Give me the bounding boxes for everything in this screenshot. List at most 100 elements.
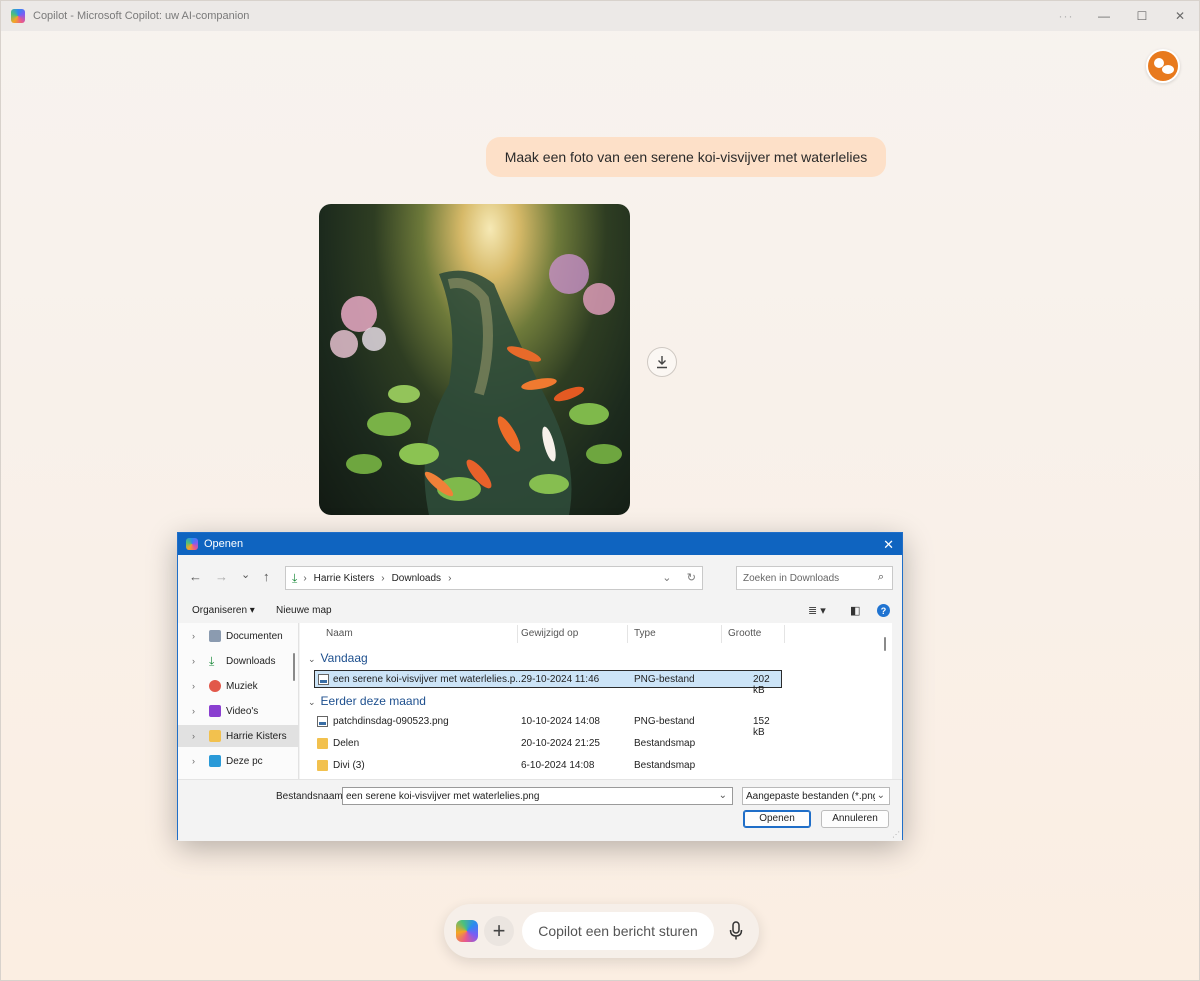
column-headers: Naam Gewijzigd op Type Grootte [300,623,892,643]
more-options-button[interactable]: ··· [1047,1,1085,31]
column-size[interactable]: Grootte [728,628,761,639]
file-modified: 6-10-2024 14:08 [521,760,595,771]
column-divider[interactable] [517,625,518,643]
search-input[interactable]: Zoeken in Downloads ⌕ [736,566,893,590]
column-name[interactable]: Naam [326,628,353,639]
cancel-button[interactable]: Annuleren [821,810,889,828]
search-icon: ⌕ [877,571,884,583]
file-row[interactable]: patchdinsdag-090523.png 10-10-2024 14:08… [314,713,782,738]
nav-item-harrie-kisters[interactable]: › Harrie Kisters [178,725,299,747]
chevron-right-icon[interactable]: › [192,656,206,666]
music-icon [209,680,221,692]
dialog-navigation-bar: ← → ⌄ ↑ ⤓ › Harrie Kisters › Downloads ›… [178,555,902,599]
chevron-right-icon[interactable]: › [192,731,206,741]
dialog-close-button[interactable]: ✕ [883,537,894,553]
folder-icon [209,730,221,742]
file-name: Divi (3) [333,760,365,771]
chevron-right-icon[interactable]: › [192,756,206,766]
dialog-title-bar: Openen ✕ [178,533,902,555]
view-options-button[interactable]: ≣ ▾ [808,604,826,617]
message-composer: + Copilot een bericht sturen [444,904,759,958]
filelist-scrollbar[interactable] [884,637,886,651]
download-image-button[interactable] [647,347,677,377]
filetype-value: Aangepaste bestanden (*.png;* [746,791,885,802]
column-divider[interactable] [627,625,628,643]
nav-item-documenten[interactable]: › Documenten [178,625,299,647]
new-folder-button[interactable]: Nieuwe map [276,605,332,616]
up-button[interactable]: ↑ [263,569,270,584]
add-attachment-button[interactable]: + [484,916,514,946]
file-name: een serene koi-visvijver met waterlelies… [333,674,524,685]
group-header-earlier[interactable]: ⌄ Eerder deze maand [308,694,426,708]
address-dropdown-button[interactable]: ⌄ [662,572,671,584]
filetype-select[interactable]: Aangepaste bestanden (*.png;* ⌄ [742,787,890,805]
chevron-right-icon[interactable]: › [192,706,206,716]
dialog-title: Openen [204,538,244,550]
open-button[interactable]: Openen [743,810,811,828]
navigation-pane: › Documenten › ⤓ Downloads › Muziek › Vi… [178,623,299,779]
microphone-icon [729,921,743,940]
forward-button[interactable]: → [215,569,228,584]
help-icon[interactable]: ? [877,604,890,617]
window-title: Copilot - Microsoft Copilot: uw AI-compa… [33,10,250,22]
search-placeholder: Zoeken in Downloads [743,573,840,584]
chevron-down-icon: ⌄ [308,697,316,707]
filename-input[interactable]: een serene koi-visvijver met waterlelies… [342,787,733,805]
dialog-footer: Bestandsnaam: een serene koi-visvijver m… [178,779,902,841]
nav-item-muziek[interactable]: › Muziek [178,675,299,697]
message-input[interactable]: Copilot een bericht sturen [522,912,714,950]
nav-item-label: Video's [226,705,259,717]
back-button[interactable]: ← [189,569,202,584]
navpane-scrollbar[interactable] [293,653,295,681]
nav-item-label: Muziek [226,680,258,692]
file-type: Bestandsmap [634,760,696,771]
file-size: 202 kB [753,674,770,696]
nav-item-label: Downloads [226,655,276,667]
address-controls: ⌄ ↻ [662,571,696,584]
breadcrumb-downloads[interactable]: Downloads [392,573,441,584]
copilot-app-icon [186,538,198,550]
column-divider[interactable] [721,625,722,643]
downloads-icon: ⤓ [292,570,298,585]
column-type[interactable]: Type [634,628,656,639]
chevron-right-icon[interactable]: › [192,631,206,641]
preview-pane-button[interactable]: ◧ [850,604,860,617]
nav-item-videos[interactable]: › Video's [178,700,299,722]
group-label: Eerder deze maand [320,694,426,708]
column-modified[interactable]: Gewijzigd op [521,628,578,639]
file-row[interactable]: Delen 20-10-2024 21:25 Bestandsmap [314,735,782,753]
breadcrumb-harrie-kisters[interactable]: Harrie Kisters [314,573,375,584]
maximize-button[interactable]: ☐ [1123,1,1161,31]
nav-item-downloads[interactable]: › ⤓ Downloads [178,650,299,672]
minimize-button[interactable]: — [1085,1,1123,31]
open-file-dialog: Openen ✕ ← → ⌄ ↑ ⤓ › Harrie Kisters › Do… [177,532,903,841]
chevron-down-icon[interactable]: ⌄ [719,790,727,801]
address-bar[interactable]: ⤓ › Harrie Kisters › Downloads › ⌄ ↻ [285,566,703,590]
nav-item-deze-pc[interactable]: › Deze pc [178,750,299,772]
file-row-selected[interactable]: een serene koi-visvijver met waterlelies… [314,670,782,696]
filename-label: Bestandsnaam: [276,791,346,802]
generated-koi-pond-image[interactable] [319,204,630,515]
organize-menu[interactable]: Organiseren ▾ [192,605,255,616]
file-name: Delen [333,738,360,749]
file-type: Bestandsmap [634,738,696,749]
recent-locations-button[interactable]: ⌄ [241,568,250,581]
window-controls: ··· — ☐ ✕ [1047,1,1199,31]
column-divider[interactable] [784,625,785,643]
avatar-logo [1148,51,1178,81]
profile-avatar[interactable] [1146,49,1180,83]
filename-value: een serene koi-visvijver met waterlelies… [346,791,540,802]
group-header-today[interactable]: ⌄ Vandaag [308,651,368,665]
close-window-button[interactable]: ✕ [1161,1,1199,31]
breadcrumb-separator: › [381,572,385,584]
refresh-button[interactable]: ↻ [687,572,696,584]
file-row[interactable]: Divi (3) 6-10-2024 14:08 Bestandsmap [314,757,782,775]
microphone-button[interactable] [724,917,748,945]
resize-grip-icon[interactable]: ⋰ [892,830,900,839]
download-icon [657,356,667,369]
copilot-logo-icon[interactable] [456,920,478,942]
chevron-right-icon[interactable]: › [192,681,206,691]
plus-icon: + [492,918,506,943]
chevron-down-icon: ⌄ [874,790,885,801]
user-message-bubble: Maak een foto van een serene koi-visvijv… [486,137,886,177]
